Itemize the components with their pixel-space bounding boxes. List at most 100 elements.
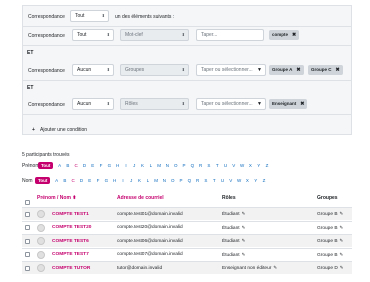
row2-groups-input[interactable]: Taper ou sélectionner... ▼ [196, 64, 266, 76]
letter-t-link[interactable]: T [210, 178, 218, 183]
participant-name-link[interactable]: COMPTE TUTOR [52, 266, 90, 271]
letter-q-link[interactable]: Q [185, 178, 193, 183]
row2-field-select[interactable]: Groupes ⬍ [120, 64, 189, 76]
letter-c-link[interactable]: C [69, 178, 77, 183]
add-condition-button[interactable]: + Ajouter une condition [32, 127, 87, 133]
letter-d-link[interactable]: D [80, 163, 88, 168]
chevron-down-icon[interactable]: ▼ [257, 65, 262, 75]
letter-z-link[interactable]: Z [263, 163, 271, 168]
pencil-icon[interactable]: ✎ [340, 238, 344, 243]
letter-l-link[interactable]: L [147, 163, 155, 168]
prenom-all-button[interactable]: Tout [38, 162, 54, 169]
participant-name-link[interactable]: COMPTE TEST6 [52, 239, 89, 244]
row2-match-select[interactable]: Aucun ⬍ [72, 64, 114, 76]
letter-s-link[interactable]: S [202, 178, 210, 183]
letter-f-link[interactable]: F [94, 178, 102, 183]
row-checkbox[interactable] [25, 252, 30, 257]
pencil-icon[interactable]: ✎ [273, 265, 277, 270]
letter-n-link[interactable]: N [160, 178, 168, 183]
email-column-header[interactable]: Adresse de courriel [117, 195, 164, 201]
row3-field-select[interactable]: Rôles ⬍ [120, 98, 189, 110]
pencil-icon[interactable]: ✎ [242, 238, 246, 243]
chevron-down-icon[interactable]: ▼ [257, 99, 262, 109]
row1-match-select[interactable]: Tout ⬍ [72, 29, 114, 41]
letter-n-link[interactable]: N [163, 163, 171, 168]
letter-l-link[interactable]: L [144, 178, 152, 183]
nom-all-button[interactable]: Tout [35, 177, 51, 184]
pencil-icon[interactable]: ✎ [340, 265, 344, 270]
letter-u-link[interactable]: U [218, 178, 226, 183]
close-icon[interactable]: ✖ [292, 32, 296, 38]
tag-enseignant[interactable]: Enseignant ✖ [269, 99, 308, 109]
letter-a-link[interactable]: A [52, 178, 60, 183]
letter-m-link[interactable]: M [155, 163, 163, 168]
letter-j-link[interactable]: J [127, 178, 135, 183]
tag-groupe-a[interactable]: Groupe A ✖ [269, 65, 304, 75]
letter-r-link[interactable]: R [193, 178, 201, 183]
row1-field-select[interactable]: Mot-clef ⬍ [120, 29, 189, 41]
letter-e-link[interactable]: E [86, 178, 94, 183]
letter-m-link[interactable]: M [152, 178, 160, 183]
letter-g-link[interactable]: G [105, 163, 113, 168]
letter-j-link[interactable]: J [130, 163, 138, 168]
close-icon[interactable]: ✖ [296, 67, 300, 73]
letter-o-link[interactable]: O [169, 178, 177, 183]
letter-y-link[interactable]: Y [252, 178, 260, 183]
letter-x-link[interactable]: X [243, 178, 251, 183]
letter-a-link[interactable]: A [55, 163, 63, 168]
pencil-icon[interactable]: ✎ [340, 252, 344, 257]
match-header-select[interactable]: Tout ⬍ [70, 10, 109, 22]
letter-r-link[interactable]: R [196, 163, 204, 168]
participant-name-link[interactable]: COMPTE TEST1 [52, 212, 89, 217]
close-icon[interactable]: ✖ [336, 67, 340, 73]
name-column-header[interactable]: Prénom / Nom ⬍ [37, 195, 77, 201]
roles-column-header: Rôles [222, 195, 236, 201]
letter-i-link[interactable]: I [119, 178, 127, 183]
letter-b-link[interactable]: B [61, 178, 69, 183]
letter-k-link[interactable]: K [135, 178, 143, 183]
row1-keyword-input[interactable]: Taper... [196, 29, 264, 41]
row3-roles-input[interactable]: Taper ou sélectionner... ▼ [196, 98, 266, 110]
pencil-icon[interactable]: ✎ [340, 211, 344, 216]
letter-k-link[interactable]: K [138, 163, 146, 168]
letter-d-link[interactable]: D [77, 178, 85, 183]
letter-q-link[interactable]: Q [188, 163, 196, 168]
row-checkbox[interactable] [25, 225, 30, 230]
letter-e-link[interactable]: E [89, 163, 97, 168]
row-checkbox[interactable] [25, 265, 30, 271]
letter-p-link[interactable]: P [177, 178, 185, 183]
select-all-checkbox[interactable] [25, 200, 30, 205]
pencil-icon[interactable]: ✎ [242, 225, 246, 230]
letter-z-link[interactable]: Z [260, 178, 268, 183]
letter-u-link[interactable]: U [221, 163, 229, 168]
participant-name-link[interactable]: COMPTE TEST20 [52, 225, 91, 230]
participant-name-link[interactable]: COMPTE TEST7 [52, 252, 89, 257]
letter-b-link[interactable]: B [64, 163, 72, 168]
letter-x-link[interactable]: X [246, 163, 254, 168]
letter-s-link[interactable]: S [205, 163, 213, 168]
letter-y-link[interactable]: Y [255, 163, 263, 168]
tag-groupe-c[interactable]: Groupe C ✖ [308, 65, 343, 75]
match-header-label: Correspondance [28, 14, 65, 20]
letter-f-link[interactable]: F [97, 163, 105, 168]
letter-o-link[interactable]: O [172, 163, 180, 168]
letter-c-link[interactable]: C [72, 163, 80, 168]
close-icon[interactable]: ✖ [300, 101, 304, 107]
letter-v-link[interactable]: V [227, 178, 235, 183]
letter-h-link[interactable]: H [114, 163, 122, 168]
row-checkbox[interactable] [25, 238, 30, 244]
pencil-icon[interactable]: ✎ [340, 225, 344, 230]
letter-g-link[interactable]: G [102, 178, 110, 183]
letter-t-link[interactable]: T [213, 163, 221, 168]
row3-match-select[interactable]: Aucun ⬍ [72, 98, 114, 110]
letter-v-link[interactable]: V [230, 163, 238, 168]
letter-p-link[interactable]: P [180, 163, 188, 168]
pencil-icon[interactable]: ✎ [242, 211, 246, 216]
letter-w-link[interactable]: W [235, 178, 243, 183]
row-checkbox[interactable] [25, 211, 30, 217]
tag-compte[interactable]: compte ✖ [269, 30, 300, 40]
letter-i-link[interactable]: I [122, 163, 130, 168]
letter-w-link[interactable]: W [238, 163, 246, 168]
letter-h-link[interactable]: H [111, 178, 119, 183]
pencil-icon[interactable]: ✎ [242, 252, 246, 257]
